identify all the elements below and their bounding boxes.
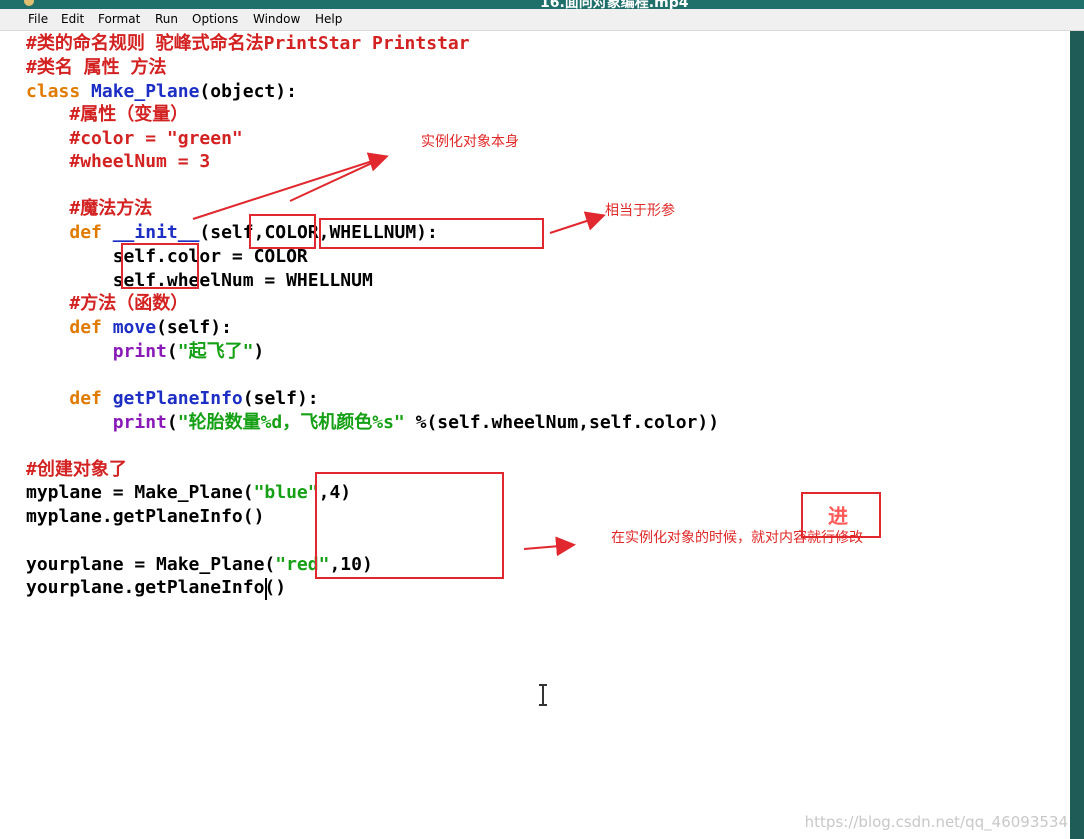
code-token: yourplane = Make_Plane( [26,554,276,575]
code-line[interactable]: #方法（函数） [26,292,188,316]
code-token: (self): [242,388,319,409]
code-line[interactable]: #类名 属性 方法 [26,56,167,80]
code-token: myplane.getPlaneInfo() [26,506,265,527]
code-token: getPlaneInfo [112,388,243,409]
code-token: Make_Plane [91,81,200,102]
code-token: class [26,81,81,102]
code-line[interactable]: #魔法方法 [26,197,152,221]
note-instance-self: 实例化对象本身 [421,134,519,150]
code-token: "起飞了" [177,341,254,362]
watermark: https://blog.csdn.net/qq_46093534 [804,813,1068,831]
menu-run[interactable]: Run [155,12,178,26]
code-token: (object): [199,81,297,102]
code-token: #魔法方法 [69,198,153,219]
args-box [315,472,504,579]
code-line[interactable]: #属性（变量） [26,103,188,127]
code-line[interactable]: #color = "green" [26,127,243,151]
code-token: #类名 属性 方法 [26,57,167,78]
code-token: #方法（函数） [69,293,189,314]
code-token: %(self.wheelNum,self.color)) [404,412,720,433]
code-token: self.wheelNum = WHELLNUM [26,270,373,291]
code-token: myplane = Make_Plane( [26,482,254,503]
note-modify-on-instantiate: 在实例化对象的时候，就对内容就行修改 [611,530,863,546]
code-line[interactable]: def getPlaneInfo(self): [26,387,319,411]
self-param-box [249,214,316,249]
code-token: #类的命名规则 驼峰式命名法PrintStar Printstar [26,33,470,54]
code-line[interactable]: self.wheelNum = WHELLNUM [26,269,373,293]
code-line[interactable]: #wheelNum = 3 [26,150,210,174]
code-line[interactable]: print("起飞了") [26,340,265,364]
text-cursor [265,578,267,600]
code-token: print [112,341,167,362]
menu-bar: File Edit Format Run Options Window Help [0,9,1084,31]
note-formal-params: 相当于形参 [605,203,675,219]
code-line[interactable]: yourplane.getPlaneInfo() [26,576,286,600]
code-token: print [112,412,167,433]
code-token: yourplane.getPlaneInfo() [26,577,287,598]
menu-file[interactable]: File [28,12,48,26]
code-token: ) [253,341,265,362]
window-title: 16.面向对象编程.mp4 [540,0,689,9]
code-token: (self): [156,317,232,338]
code-token: "blue" [253,482,319,503]
jin-label: 进 [828,504,848,528]
code-token: def [69,222,102,243]
params-box [319,218,544,249]
window-titlebar: 16.面向对象编程.mp4 [0,0,1084,9]
code-token: def [69,388,102,409]
self-attr-box [121,243,199,289]
code-token: move [112,317,157,338]
menu-help[interactable]: Help [315,12,342,26]
code-line[interactable]: class Make_Plane(object): [26,80,297,104]
code-line[interactable]: print("轮胎数量%d，飞机颜色%s" %(self.wheelNum,se… [26,411,719,435]
menu-format[interactable]: Format [98,12,140,26]
code-line[interactable]: myplane.getPlaneInfo() [26,505,264,529]
app-icon [24,0,34,6]
right-panel-edge [1070,31,1084,839]
code-line[interactable]: #类的命名规则 驼峰式命名法PrintStar Printstar [26,32,470,56]
code-token: #wheelNum = 3 [69,151,211,172]
code-token: #创建对象了 [26,459,127,480]
menu-window[interactable]: Window [253,12,300,26]
code-token: __init__ [112,222,200,243]
ibeam-cursor-icon [539,684,547,706]
code-token: def [69,317,102,338]
code-token: #color = "green" [69,128,243,149]
menu-edit[interactable]: Edit [61,12,84,26]
code-token: "轮胎数量%d，飞机颜色%s" [177,412,405,433]
code-token: ( [166,341,178,362]
code-line[interactable]: def move(self): [26,316,232,340]
code-token: #属性（变量） [69,104,189,125]
code-line[interactable]: myplane = Make_Plane("blue",4) [26,481,351,505]
code-line[interactable]: #创建对象了 [26,458,127,482]
code-token: ( [166,412,178,433]
editor-gutter [0,31,22,839]
menu-options[interactable]: Options [192,12,238,26]
